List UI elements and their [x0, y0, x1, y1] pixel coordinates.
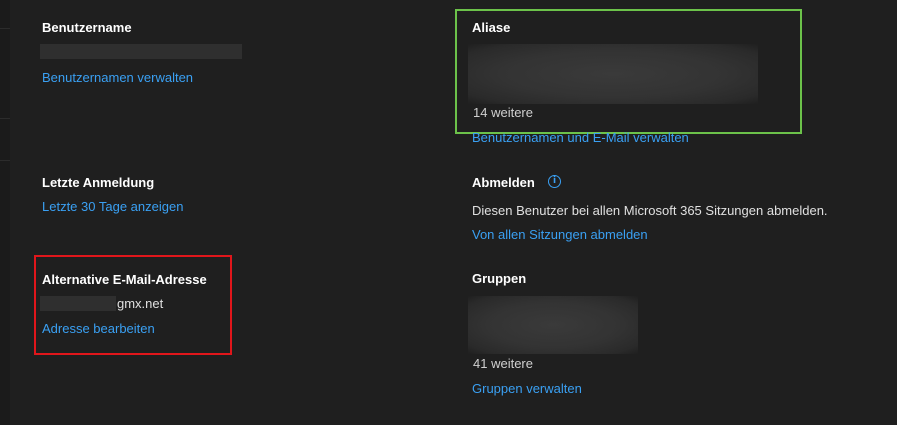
aliases-heading: Aliase	[472, 20, 511, 35]
left-edge-panel	[0, 0, 10, 425]
groups-list-redacted	[468, 296, 638, 354]
aliases-list-redacted	[468, 44, 758, 104]
manage-groups-link[interactable]: Gruppen verwalten	[472, 381, 582, 396]
left-edge-divider	[0, 28, 10, 29]
username-value-redacted	[40, 44, 242, 59]
last-login-heading: Letzte Anmeldung	[42, 175, 155, 190]
groups-more-count: 41 weitere	[473, 356, 533, 371]
username-heading: Benutzername	[42, 20, 132, 35]
aliases-more-count: 14 weitere	[473, 105, 533, 120]
groups-heading: Gruppen	[472, 271, 527, 286]
manage-usernames-email-link[interactable]: Benutzernamen und E-Mail verwalten	[472, 130, 689, 145]
show-last-30-days-link[interactable]: Letzte 30 Tage anzeigen	[42, 199, 183, 214]
alt-email-domain: gmx.net	[117, 296, 164, 311]
alt-email-heading: Alternative E-Mail-Adresse	[42, 272, 207, 287]
signout-description: Diesen Benutzer bei allen Microsoft 365 …	[472, 203, 828, 218]
left-edge-divider	[0, 118, 10, 119]
edit-address-link[interactable]: Adresse bearbeiten	[42, 321, 155, 336]
signout-heading: Abmelden	[472, 175, 535, 190]
left-edge-divider	[0, 160, 10, 161]
manage-usernames-link[interactable]: Benutzernamen verwalten	[42, 70, 193, 85]
info-icon[interactable]: i	[548, 175, 561, 188]
alt-email-local-redacted	[40, 296, 116, 311]
signout-all-sessions-link[interactable]: Von allen Sitzungen abmelden	[472, 227, 648, 242]
